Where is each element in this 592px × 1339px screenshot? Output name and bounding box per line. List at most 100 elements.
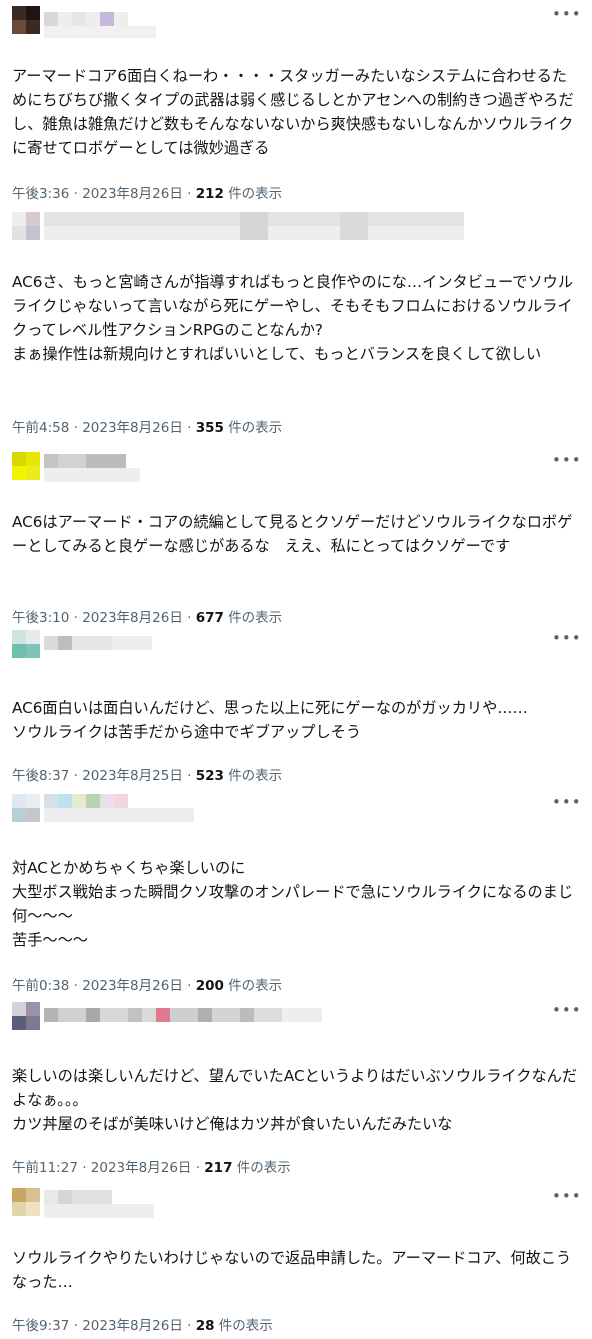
- more-dots-icon[interactable]: •••: [552, 795, 581, 814]
- redacted-name: [340, 212, 368, 240]
- tweet-date[interactable]: 2023年8月25日: [82, 768, 183, 784]
- tweet-author-header[interactable]: •••: [0, 624, 592, 664]
- tweet-author-header[interactable]: •••: [0, 0, 592, 40]
- tweet-author-header[interactable]: •••: [0, 996, 592, 1036]
- view-label: 件の表示: [236, 1160, 291, 1176]
- view-label: 件の表示: [228, 768, 283, 784]
- view-label: 件の表示: [228, 186, 283, 202]
- avatar[interactable]: [26, 1016, 40, 1030]
- more-dots-icon[interactable]: •••: [552, 7, 581, 26]
- avatar[interactable]: [26, 1002, 40, 1016]
- tweet-date[interactable]: 2023年8月26日: [82, 186, 183, 202]
- tweet[interactable]: ••• アーマードコア6面白くねーわ・・・・スタッガーみたいなシステムに合わせる…: [0, 0, 592, 210]
- view-label: 件の表示: [218, 1318, 273, 1334]
- meta-separator: ·: [69, 978, 83, 994]
- redacted-name: [128, 1008, 142, 1022]
- avatar[interactable]: [26, 466, 40, 480]
- tweet-time[interactable]: 午後9:37: [12, 1318, 69, 1334]
- view-label: 件の表示: [228, 420, 283, 436]
- more-dots-icon[interactable]: •••: [552, 1003, 581, 1022]
- redacted-name: [72, 636, 112, 650]
- tweet[interactable]: ••• 対ACとかめちゃくちゃ楽しいのに 大型ボス戦始まった瞬間クソ攻撃のオンパ…: [0, 788, 592, 996]
- avatar[interactable]: [12, 1002, 26, 1016]
- avatar[interactable]: [12, 630, 26, 644]
- tweet[interactable]: ••• AC6面白いは面白いんだけど、思った以上に死にゲーなのがガッカリや…… …: [0, 624, 592, 788]
- avatar[interactable]: [12, 1202, 26, 1216]
- redacted-name: [44, 636, 58, 650]
- redacted-name: [58, 636, 72, 650]
- redacted-handle: [44, 808, 194, 822]
- redacted-name: [170, 1008, 198, 1022]
- redacted-name: [58, 1008, 86, 1022]
- tweet-text: AC6はアーマード・コアの続編として見るとクソゲーだけどソウルライクなロボゲーと…: [12, 513, 573, 555]
- avatar[interactable]: [26, 1202, 40, 1216]
- tweet-date[interactable]: 2023年8月26日: [82, 420, 183, 436]
- tweet-author-header[interactable]: [0, 206, 592, 246]
- tweet-author-header[interactable]: •••: [0, 788, 592, 828]
- redacted-name: [72, 12, 86, 26]
- avatar[interactable]: [26, 1188, 40, 1202]
- tweet-feed: ••• アーマードコア6面白くねーわ・・・・スタッガーみたいなシステムに合わせる…: [0, 0, 592, 1339]
- tweet-author-header[interactable]: •••: [0, 446, 592, 486]
- more-dots-icon[interactable]: •••: [552, 453, 581, 472]
- redacted-handle: [44, 26, 156, 38]
- tweet-meta: 午前11:27 · 2023年8月26日 · 217 件の表示: [12, 1156, 291, 1176]
- avatar[interactable]: [26, 808, 40, 822]
- redacted-name: [86, 12, 100, 26]
- more-dots-icon[interactable]: •••: [552, 1189, 581, 1208]
- tweet-text: 楽しいのは楽しいんだけど、望んでいたACというよりはだいぶソウルライクなんだよな…: [12, 1067, 578, 1133]
- avatar[interactable]: [12, 644, 26, 658]
- tweet-meta: 午後9:37 · 2023年8月26日 · 28 件の表示: [12, 1314, 273, 1334]
- tweet[interactable]: ••• ソウルライクやりたいわけじゃないので返品申請した。アーマードコア、何故こ…: [0, 1182, 592, 1339]
- tweet-time[interactable]: 午後3:36: [12, 186, 69, 202]
- redacted-name: [142, 1008, 156, 1022]
- tweet[interactable]: ••• AC6はアーマード・コアの続編として見るとクソゲーだけどソウルライクなロ…: [0, 446, 592, 626]
- meta-separator: ·: [182, 768, 196, 784]
- avatar[interactable]: [26, 794, 40, 808]
- tweet-text: アーマードコア6面白くねーわ・・・・スタッガーみたいなシステムに合わせるためにち…: [12, 67, 574, 157]
- meta-separator: ·: [182, 420, 196, 436]
- avatar[interactable]: [26, 630, 40, 644]
- tweet-text: AC6さ、もっと宮崎さんが指導すればもっと良作やのにな…インタビューでソウルライ…: [12, 273, 574, 363]
- tweet-time[interactable]: 午前4:58: [12, 420, 69, 436]
- avatar[interactable]: [12, 466, 26, 480]
- redacted-name: [100, 1008, 128, 1022]
- avatar[interactable]: [26, 212, 40, 226]
- tweet[interactable]: ••• 楽しいのは楽しいんだけど、望んでいたACというよりはだいぶソウルライクな…: [0, 996, 592, 1182]
- more-dots-icon[interactable]: •••: [552, 631, 581, 650]
- avatar[interactable]: [12, 212, 26, 226]
- avatar[interactable]: [26, 644, 40, 658]
- tweet-time[interactable]: 午前11:27: [12, 1160, 78, 1176]
- redacted-name: [58, 794, 72, 808]
- tweet-date[interactable]: 2023年8月26日: [91, 1160, 192, 1176]
- avatar[interactable]: [12, 794, 26, 808]
- redacted-name: [240, 1008, 254, 1022]
- tweet-text: 対ACとかめちゃくちゃ楽しいのに 大型ボス戦始まった瞬間クソ攻撃のオンパレードで…: [12, 859, 574, 949]
- avatar[interactable]: [12, 808, 26, 822]
- avatar[interactable]: [12, 6, 26, 20]
- view-count: 200: [195, 978, 224, 994]
- redacted-name: [86, 1008, 100, 1022]
- avatar[interactable]: [12, 1188, 26, 1202]
- tweet[interactable]: AC6さ、もっと宮崎さんが指導すればもっと良作やのにな…インタビューでソウルライ…: [0, 206, 592, 446]
- tweet-time[interactable]: 午後8:37: [12, 768, 69, 784]
- tweet-author-header[interactable]: •••: [0, 1182, 592, 1222]
- avatar[interactable]: [26, 452, 40, 466]
- meta-separator: ·: [77, 1160, 91, 1176]
- redacted-name: [100, 12, 114, 26]
- tweet-meta: 午後3:36 · 2023年8月26日 · 212 件の表示: [12, 182, 282, 202]
- redacted-name: [212, 1008, 240, 1022]
- avatar[interactable]: [12, 20, 26, 34]
- tweet-date[interactable]: 2023年8月26日: [82, 1318, 183, 1334]
- tweet-time[interactable]: 午前0:38: [12, 978, 69, 994]
- avatar[interactable]: [26, 226, 40, 240]
- avatar[interactable]: [12, 226, 26, 240]
- avatar[interactable]: [12, 1016, 26, 1030]
- redacted-name: [112, 636, 152, 650]
- redacted-name: [86, 454, 126, 468]
- tweet-text: AC6面白いは面白いんだけど、思った以上に死にゲーなのがガッカリや…… ソウルラ…: [12, 699, 528, 741]
- avatar[interactable]: [26, 20, 40, 34]
- tweet-date[interactable]: 2023年8月26日: [82, 978, 183, 994]
- avatar[interactable]: [26, 6, 40, 20]
- avatar[interactable]: [12, 452, 26, 466]
